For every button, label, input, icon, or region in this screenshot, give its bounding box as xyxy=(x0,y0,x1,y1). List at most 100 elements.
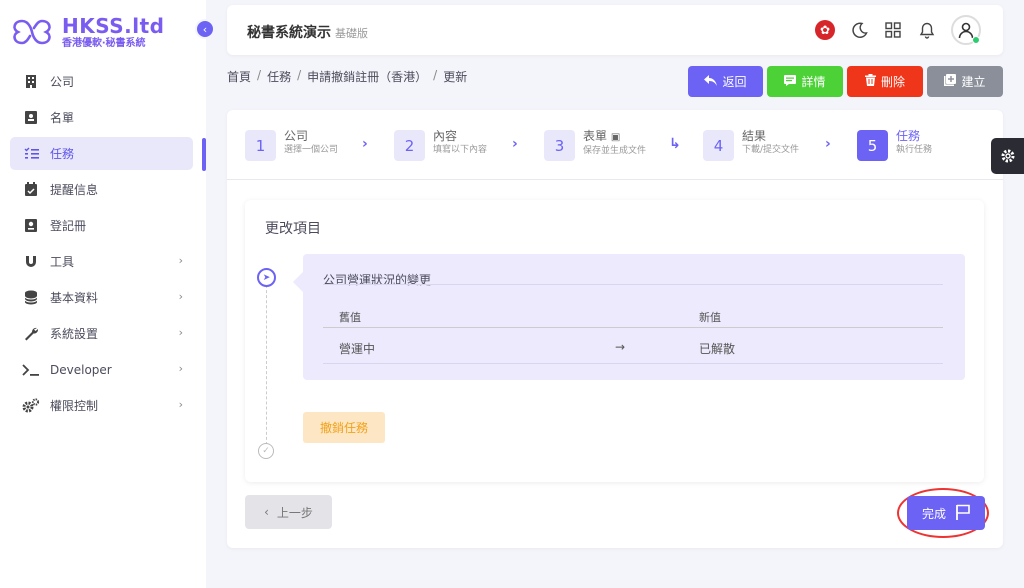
task-list-icon xyxy=(22,146,40,162)
sidebar-item-label: 基本資料 xyxy=(50,291,99,305)
chevron-right-icon: › xyxy=(825,136,831,152)
add-square-icon xyxy=(944,74,957,89)
flag-icon xyxy=(956,504,970,523)
logo-icon xyxy=(13,19,51,45)
corner-arrow-icon: ↳ xyxy=(669,136,681,152)
logo[interactable]: HKSS.ltd 香港優軟‧秘書系統 xyxy=(8,14,164,50)
table-row: 營運中 → 已解散 xyxy=(323,328,943,364)
change-item: 公司營運狀況的變更 舊值 新值 營運中 → 已解散 xyxy=(293,254,965,380)
new-value: 已解散 xyxy=(699,342,736,356)
sidebar-item-label: 名單 xyxy=(50,111,75,125)
avatar[interactable] xyxy=(951,15,981,45)
send-icon: ➤ xyxy=(257,268,276,287)
sidebar-item-label: 任務 xyxy=(50,147,75,161)
edition-label: 基礎版 xyxy=(335,27,368,40)
action-bar: 返回 詳情 刪除 建立 xyxy=(688,66,1003,97)
sidebar-item-label: 公司 xyxy=(50,75,75,89)
chevron-right-icon: › xyxy=(178,326,183,339)
terminal-icon xyxy=(22,362,40,378)
sidebar-item-reminders[interactable]: 提醒信息 xyxy=(10,173,193,206)
wrench-icon xyxy=(22,326,40,342)
building-icon xyxy=(22,74,40,90)
sidebar-item-permissions[interactable]: 權限控制 › xyxy=(10,389,193,422)
sidebar-item-tools[interactable]: 工具 › xyxy=(10,245,193,278)
calendar-check-icon xyxy=(22,182,40,198)
old-value: 營運中 xyxy=(339,342,376,356)
chevron-left-icon: ‹ xyxy=(264,505,269,519)
sidebar-item-list[interactable]: 名單 xyxy=(10,101,193,134)
register-book-icon xyxy=(22,218,40,234)
timeline-line xyxy=(266,285,267,445)
page-title: 秘書系統演示 基礎版 xyxy=(247,22,368,42)
change-item-title: 公司營運狀況的變更 xyxy=(323,273,432,287)
step-content[interactable]: 2 內容 填寫以下內容 xyxy=(394,130,487,161)
breadcrumb-home[interactable]: 首頁 xyxy=(227,68,251,85)
table-header-row: 舊值 新值 xyxy=(323,304,943,328)
sidebar-item-label: 權限控制 xyxy=(50,399,99,413)
cogs-icon xyxy=(22,398,40,414)
sidebar-nav: 公司 名單 任務 提醒信息 登記冊 工具 › 基本資料 › 系統設置 › Dev… xyxy=(10,65,193,425)
previous-step-button[interactable]: ‹ 上一步 xyxy=(245,495,332,529)
change-table: 舊值 新值 營運中 → 已解散 xyxy=(323,304,943,364)
contact-card-icon xyxy=(22,110,40,126)
finish-button[interactable]: 完成 xyxy=(907,496,985,530)
database-icon xyxy=(22,290,40,306)
save-icon: ▣ xyxy=(610,132,621,143)
changes-panel: 更改項目 ➤ ✓ 公司營運狀況的變更 舊值 新值 營運中 → 已解散 撤銷任務 xyxy=(245,200,984,482)
grid-icon[interactable] xyxy=(883,20,903,40)
breadcrumb-current: 更新 xyxy=(443,70,468,84)
chevron-right-icon: › xyxy=(178,290,183,303)
brand-subtitle: 香港優軟‧秘書系統 xyxy=(62,37,146,49)
check-circle-icon: ✓ xyxy=(258,443,274,459)
sidebar-item-tasks[interactable]: 任務 xyxy=(10,137,193,170)
chevron-left-icon: ‹ xyxy=(202,22,208,36)
sidebar-item-register[interactable]: 登記冊 xyxy=(10,209,193,242)
sidebar-item-basic-data[interactable]: 基本資料 › xyxy=(10,281,193,314)
magnet-icon xyxy=(22,254,40,270)
column-header-new: 新值 xyxy=(699,311,721,324)
message-icon xyxy=(784,74,797,89)
hk-flag-icon[interactable]: ✿ xyxy=(815,20,835,40)
sidebar-item-label: 工具 xyxy=(50,255,75,269)
settings-gear-icon[interactable] xyxy=(991,138,1024,174)
chevron-right-icon: › xyxy=(178,362,183,375)
brand-name: HKSS.ltd xyxy=(62,13,165,38)
task-card: 1 公司 選擇一個公司 › 2 內容 填寫以下內容 › 3 表單 ▣ 保存並生成文件 … xyxy=(227,110,1003,548)
reply-arrow-icon xyxy=(704,74,718,89)
chevron-right-icon: › xyxy=(178,398,183,411)
app-title: 秘書系統演示 xyxy=(247,25,331,41)
cancel-task-button[interactable]: 撤銷任務 xyxy=(303,412,385,443)
create-button[interactable]: 建立 xyxy=(927,66,1003,97)
bell-icon[interactable] xyxy=(917,20,937,40)
detail-button[interactable]: 詳情 xyxy=(767,66,843,97)
breadcrumb: 首頁 / 任務 / 申請撤銷註冊（香港） / 更新 xyxy=(227,68,468,85)
sidebar-item-system-settings[interactable]: 系統設置 › xyxy=(10,317,193,350)
arrow-right-icon: → xyxy=(615,340,626,354)
step-company[interactable]: 1 公司 選擇一個公司 xyxy=(245,130,338,161)
column-header-old: 舊值 xyxy=(339,311,361,324)
online-status-dot xyxy=(972,36,980,44)
trash-icon xyxy=(864,74,876,89)
section-title: 更改項目 xyxy=(265,221,321,237)
sidebar-collapse-button[interactable]: ‹ xyxy=(195,19,215,39)
sidebar-item-label: Developer xyxy=(50,362,112,377)
step-form[interactable]: 3 表單 ▣ 保存並生成文件 xyxy=(544,130,646,161)
step-result[interactable]: 4 結果 下載/提交文件 xyxy=(703,130,799,161)
chevron-right-icon: › xyxy=(362,136,368,152)
breadcrumb-deregistration[interactable]: 申請撤銷註冊（香港） xyxy=(307,68,427,85)
sidebar-item-label: 登記冊 xyxy=(50,219,87,233)
sidebar-item-company[interactable]: 公司 xyxy=(10,65,193,98)
stepper: 1 公司 選擇一個公司 › 2 內容 填寫以下內容 › 3 表單 ▣ 保存並生成文件 … xyxy=(227,110,1003,180)
top-header: 秘書系統演示 基礎版 ✿ xyxy=(227,5,1003,55)
delete-button[interactable]: 刪除 xyxy=(847,66,923,97)
active-indicator xyxy=(202,138,206,171)
sidebar-item-label: 提醒信息 xyxy=(50,183,99,197)
chevron-right-icon: › xyxy=(512,136,518,152)
sidebar-item-developer[interactable]: Developer › xyxy=(10,353,193,386)
breadcrumb-tasks[interactable]: 任務 xyxy=(267,68,291,85)
moon-icon[interactable] xyxy=(849,20,869,40)
chevron-right-icon: › xyxy=(178,254,183,267)
step-task[interactable]: 5 任務 執行任務 xyxy=(857,130,932,161)
back-button[interactable]: 返回 xyxy=(688,66,763,97)
sidebar-item-label: 系統設置 xyxy=(50,327,99,341)
